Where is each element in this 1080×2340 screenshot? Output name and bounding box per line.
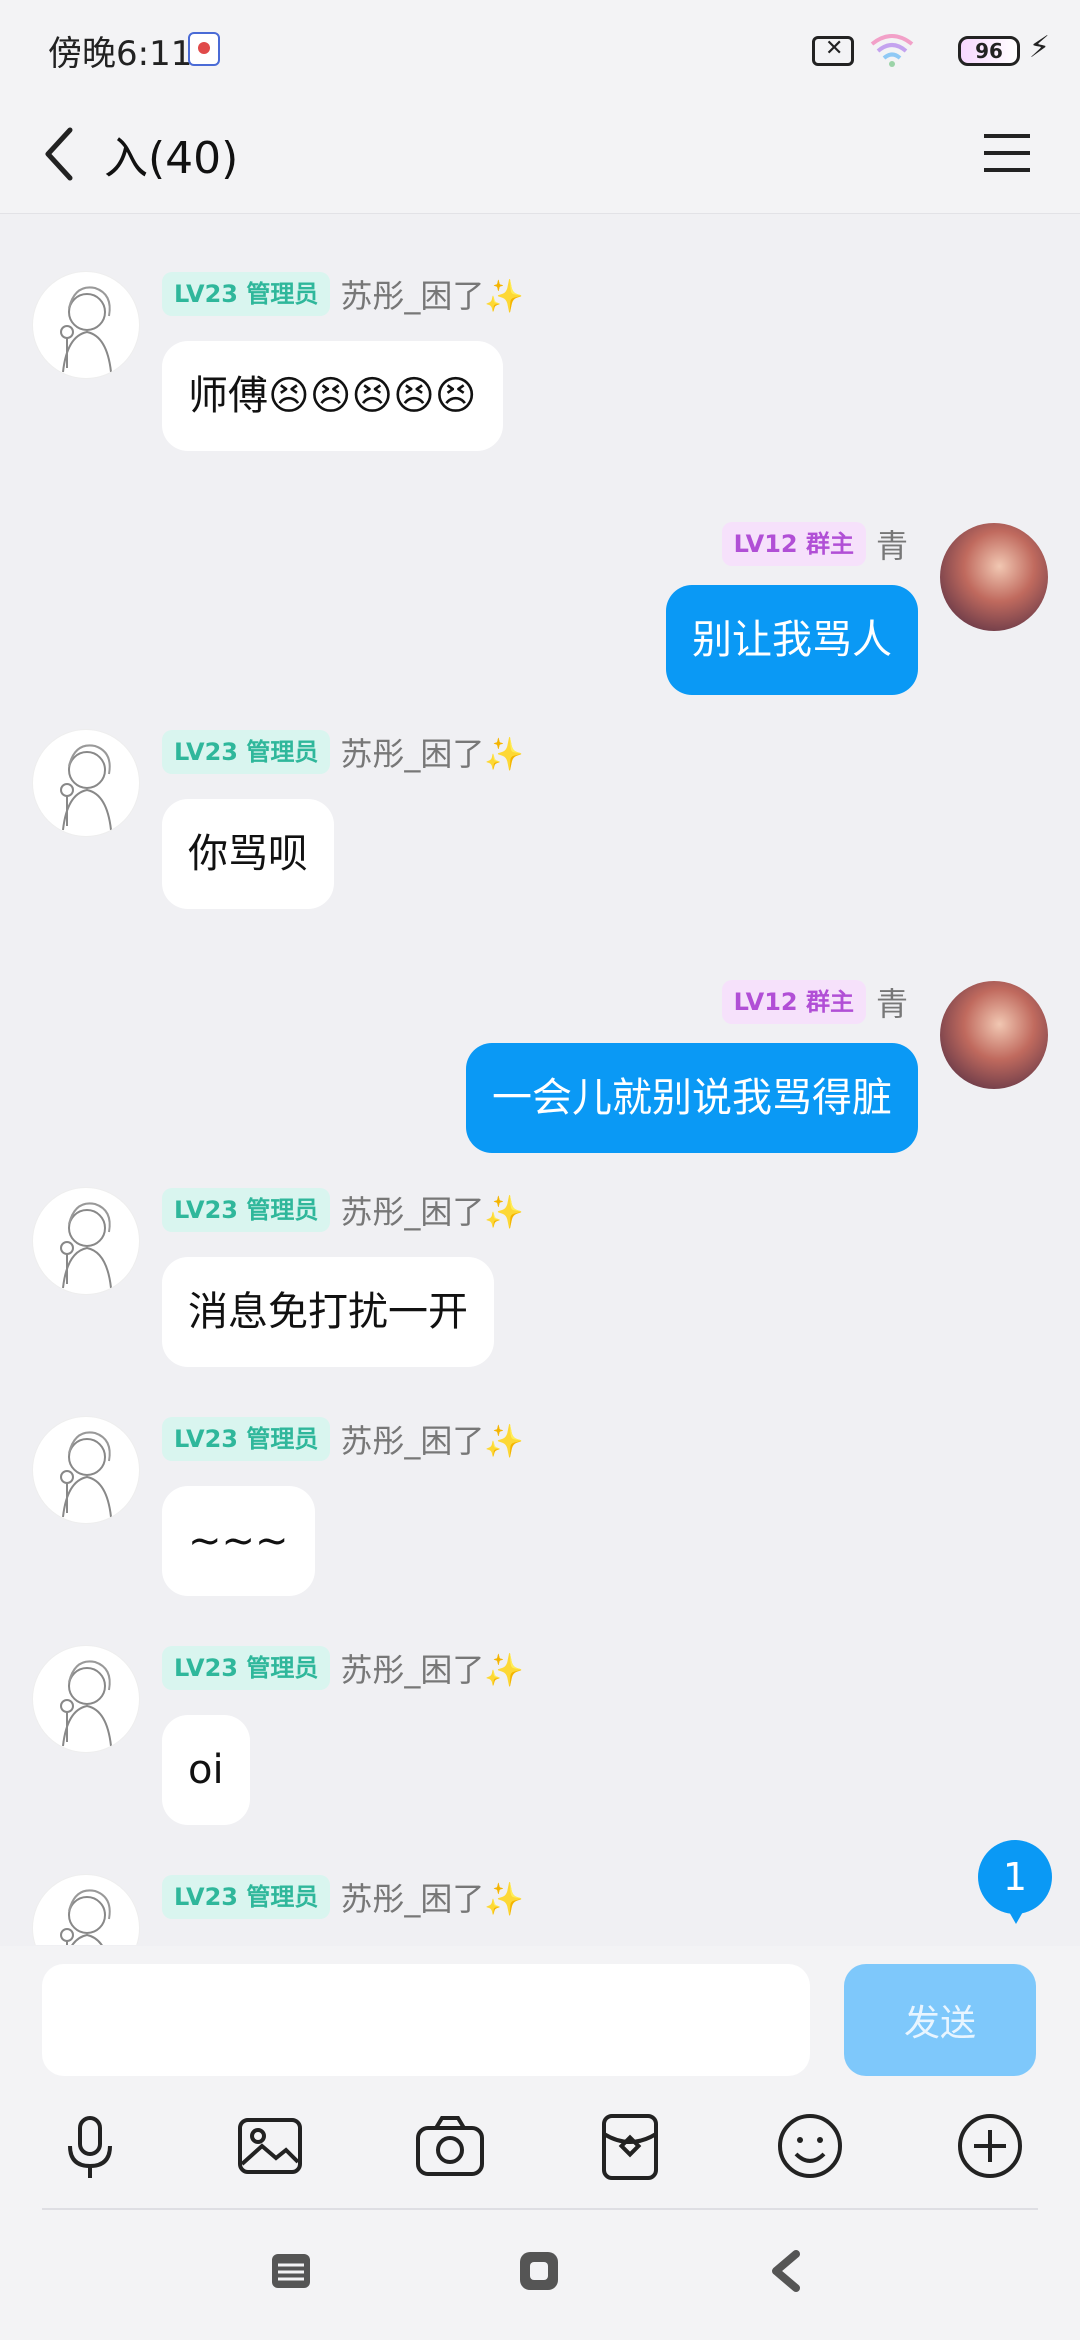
charging-icon: ⚡ <box>1028 30 1050 65</box>
level-badge: LV23 管理员 <box>162 1188 331 1232</box>
status-bar: 傍晚6:11 96 ⚡ <box>0 0 1080 96</box>
battery-indicator: 96 <box>958 36 1020 66</box>
sender-name: 苏彤_困了✨ <box>340 277 525 315</box>
level-badge: LV12 群主 <box>721 980 866 1024</box>
message-bubble[interactable]: 师傅😣😣😣😣😣 <box>162 341 503 451</box>
message-meta: LV23 管理员 苏彤_困了✨ <box>162 271 524 317</box>
send-button[interactable]: 发送 <box>844 1964 1036 2076</box>
message-meta: LV23 管理员 苏彤_困了✨ <box>162 1187 524 1233</box>
nav-back-icon[interactable] <box>762 2246 812 2296</box>
message-bubble[interactable]: ~~~ <box>162 1486 315 1596</box>
sender-name: 苏彤_困了✨ <box>340 1422 525 1460</box>
message-bubble[interactable]: 一会儿就别说我骂得脏 <box>466 1043 918 1153</box>
chat-title: 入(40) <box>104 133 239 184</box>
message-meta: LV12 群主 青 <box>721 979 908 1025</box>
camera-icon[interactable] <box>410 2106 490 2186</box>
chat-header: 入(40) <box>0 96 1080 214</box>
message-bubble[interactable]: 别让我骂人 <box>666 585 918 695</box>
message-list[interactable]: LV23 管理员 苏彤_困了✨ 师傅😣😣😣😣😣 LV12 群主 青 别让我骂人 … <box>0 215 1080 1945</box>
sender-name: 苏彤_困了✨ <box>340 735 525 773</box>
level-badge: LV12 群主 <box>721 522 866 566</box>
message-bubble[interactable]: 消息免打扰一开 <box>162 1257 494 1367</box>
image-icon[interactable] <box>230 2106 310 2186</box>
message-meta: LV23 管理员 苏彤_困了✨ <box>162 1416 524 1462</box>
message-meta: LV12 群主 青 <box>721 521 908 567</box>
unread-count-badge[interactable]: 1 <box>978 1840 1052 1924</box>
status-icons: 96 ⚡ <box>750 28 1050 72</box>
sender-name: 青 <box>875 985 908 1023</box>
menu-icon[interactable] <box>980 126 1034 180</box>
sender-name: 苏彤_困了✨ <box>340 1193 525 1231</box>
avatar[interactable] <box>32 1416 140 1524</box>
message-meta: LV23 管理员 苏彤_困了✨ <box>162 1874 524 1920</box>
avatar[interactable] <box>32 1187 140 1295</box>
divider <box>42 2208 1038 2210</box>
emoji-icon[interactable] <box>770 2106 850 2186</box>
status-time: 傍晚6:11 <box>48 34 193 74</box>
level-badge: LV23 管理员 <box>162 730 331 774</box>
level-badge: LV23 管理员 <box>162 1875 331 1919</box>
home-icon[interactable] <box>514 2246 564 2296</box>
composer: 发送 <box>0 1946 1080 2340</box>
avatar[interactable] <box>32 271 140 379</box>
level-badge: LV23 管理员 <box>162 272 331 316</box>
back-arrow-icon[interactable] <box>38 124 82 184</box>
avatar[interactable] <box>32 729 140 837</box>
red-packet-icon[interactable] <box>590 2106 670 2186</box>
level-badge: LV23 管理员 <box>162 1646 331 1690</box>
message-bubble[interactable]: 你骂呗 <box>162 799 334 909</box>
message-input[interactable] <box>42 1964 810 2076</box>
no-sim-icon <box>812 36 854 66</box>
level-badge: LV23 管理员 <box>162 1417 331 1461</box>
message-meta: LV23 管理员 苏彤_困了✨ <box>162 729 524 775</box>
microphone-icon[interactable] <box>50 2106 130 2186</box>
avatar[interactable] <box>32 1645 140 1753</box>
sender-name: 青 <box>875 527 908 565</box>
notification-app-icon <box>188 32 220 66</box>
avatar[interactable] <box>32 1874 140 1945</box>
recent-apps-icon[interactable] <box>266 2246 316 2296</box>
avatar[interactable] <box>940 523 1048 631</box>
message-meta: LV23 管理员 苏彤_困了✨ <box>162 1645 524 1691</box>
avatar[interactable] <box>940 981 1048 1089</box>
sender-name: 苏彤_困了✨ <box>340 1651 525 1689</box>
message-bubble[interactable]: oi <box>162 1715 250 1825</box>
wifi-icon <box>870 34 914 67</box>
sender-name: 苏彤_困了✨ <box>340 1880 525 1918</box>
plus-icon[interactable] <box>950 2106 1030 2186</box>
